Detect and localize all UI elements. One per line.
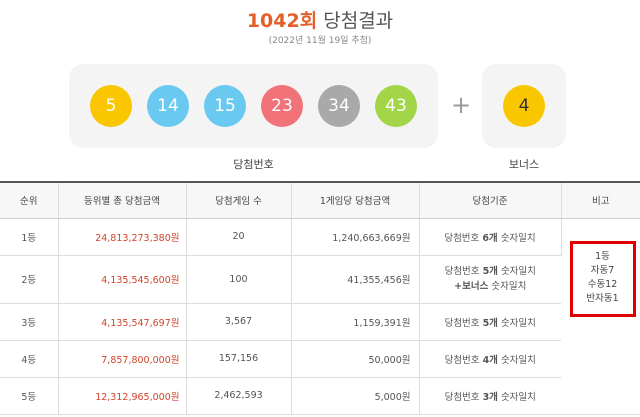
- criteria-text: 당첨번호: [444, 266, 483, 277]
- criteria-cell: 당첨번호 6개 숫자일치: [419, 218, 562, 256]
- note-line: 자동7: [590, 264, 615, 276]
- rank-cell: 3등: [0, 303, 59, 341]
- page-title: 1042회 당첨결과: [0, 6, 640, 33]
- note-cell: 1등 자동7 수동12 반자동1: [561, 218, 640, 415]
- criteria-text: 숫자일치: [497, 266, 536, 277]
- header-prize-per-game: 1게임당 당첨금액: [291, 181, 420, 219]
- header-note: 비고: [561, 181, 640, 219]
- criteria-cell: 당첨번호 5개 숫자일치 +보너스 숫자일치: [419, 255, 561, 304]
- rank-cell: 4등: [0, 340, 59, 378]
- winning-games-cell: 2,462,593: [186, 377, 292, 415]
- criteria-count: 5개: [482, 266, 498, 277]
- note-line: 반자동1: [586, 292, 619, 304]
- winning-numbers-label: 당첨번호: [233, 158, 274, 171]
- winning-games-cell: 20: [186, 218, 292, 256]
- table-row: 1등 24,813,273,380원 20 1,240,663,669원 당첨번…: [0, 218, 640, 415]
- criteria-count: 5개: [482, 317, 498, 329]
- winning-games-cell: 157,156: [186, 340, 292, 378]
- ball-2: 14: [147, 85, 189, 127]
- total-prize-cell: 4,135,547,697원: [58, 303, 187, 341]
- rank-cell: 2등: [0, 255, 59, 304]
- table-row: 2등 4,135,545,600원 100 41,355,456원 당첨번호 5…: [0, 255, 640, 304]
- criteria-text: 숫자일치: [488, 281, 527, 292]
- prize-per-game-cell: 1,240,663,669원: [291, 218, 420, 256]
- bonus-label: 보너스: [508, 158, 540, 171]
- criteria-text: 숫자일치: [497, 354, 536, 366]
- ball-5: 34: [318, 85, 360, 127]
- plus-sign: +: [451, 91, 472, 119]
- criteria-text: 숫자일치: [497, 232, 536, 244]
- ball-1: 5: [90, 85, 132, 127]
- criteria-text: 당첨번호: [444, 354, 483, 366]
- criteria-bonus: +보너스: [454, 281, 489, 292]
- note-line: 수동12: [587, 278, 618, 290]
- note-line: 1등: [595, 250, 610, 262]
- rank-cell: 1등: [0, 218, 59, 256]
- winning-numbers-panel: 5 14 15 23 34 43: [69, 64, 438, 148]
- winning-games-cell: 3,567: [186, 303, 292, 341]
- header-winning-games: 당첨게임 수: [186, 181, 292, 219]
- bonus-ball: 4: [503, 85, 545, 127]
- title-suffix: 당첨결과: [317, 10, 394, 32]
- table-header-row: 순위 등위별 총 당첨금액 당첨게임 수 1게임당 당첨금액 당첨기준 비고: [0, 181, 640, 219]
- criteria-text: 당첨번호: [444, 232, 483, 244]
- note-highlight-box: 1등 자동7 수동12 반자동1: [569, 240, 636, 317]
- prize-per-game-cell: 5,000원: [291, 377, 420, 415]
- criteria-cell: 당첨번호 4개 숫자일치: [419, 340, 561, 378]
- prize-per-game-cell: 1,159,391원: [291, 303, 420, 341]
- table-row: 5등 12,312,965,000원 2,462,593 5,000원 당첨번호…: [0, 377, 640, 415]
- ball-6: 43: [375, 85, 417, 127]
- criteria-text: 숫자일치: [497, 317, 536, 329]
- total-prize-cell: 12,312,965,000원: [58, 377, 187, 415]
- ball-3: 15: [204, 85, 246, 127]
- prize-per-game-cell: 41,355,456원: [291, 255, 420, 304]
- results-table: 순위 등위별 총 당첨금액 당첨게임 수 1게임당 당첨금액 당첨기준 비고 1…: [0, 181, 640, 415]
- criteria-cell: 당첨번호 3개 숫자일치: [419, 377, 561, 415]
- draw-date: (2022년 11월 19일 추첨): [268, 36, 372, 46]
- criteria-text: 숫자일치: [497, 391, 536, 403]
- table-row: 3등 4,135,547,697원 3,567 1,159,391원 당첨번호 …: [0, 303, 640, 341]
- criteria-count: 6개: [482, 232, 498, 244]
- criteria-text: 당첨번호: [444, 317, 483, 329]
- criteria-count: 4개: [482, 354, 498, 366]
- total-prize-cell: 24,813,273,380원: [58, 218, 187, 256]
- ball-4: 23: [261, 85, 303, 127]
- winning-games-cell: 100: [186, 255, 292, 304]
- table-row: 4등 7,857,800,000원 157,156 50,000원 당첨번호 4…: [0, 340, 640, 378]
- prize-per-game-cell: 50,000원: [291, 340, 420, 378]
- header-rank: 순위: [0, 181, 59, 219]
- round-number: 1042회: [246, 10, 318, 32]
- criteria-text: 당첨번호: [444, 391, 483, 403]
- header-total-prize: 등위별 총 당첨금액: [58, 181, 187, 219]
- total-prize-cell: 4,135,545,600원: [58, 255, 187, 304]
- rank-cell: 5등: [0, 377, 59, 415]
- total-prize-cell: 7,857,800,000원: [58, 340, 187, 378]
- bonus-number-panel: 4: [482, 64, 566, 148]
- criteria-count: 3개: [482, 391, 498, 403]
- header-criteria: 당첨기준: [419, 181, 562, 219]
- criteria-cell: 당첨번호 5개 숫자일치: [419, 303, 561, 341]
